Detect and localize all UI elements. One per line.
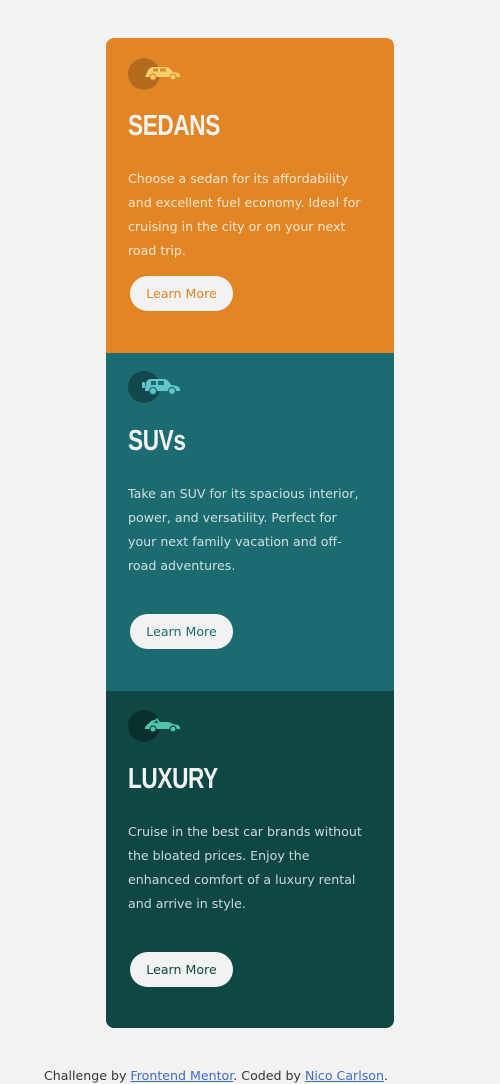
attribution-prefix: Challenge by — [44, 1068, 131, 1083]
sedan-car-icon — [128, 58, 188, 92]
learn-more-button[interactable]: Learn More — [130, 276, 233, 311]
frontend-mentor-link[interactable]: Frontend Mentor — [130, 1068, 233, 1083]
learn-more-button[interactable]: Learn More — [130, 952, 233, 987]
card-title: SUVs — [128, 425, 186, 457]
card-description: Choose a sedan for its affordability and… — [128, 171, 361, 258]
card-description: Take an SUV for its spacious interior, p… — [128, 486, 359, 573]
attribution-middle: . Coded by — [233, 1068, 305, 1083]
sedans-card: SEDANS Choose a sedan for its affordabil… — [106, 38, 394, 353]
learn-more-button[interactable]: Learn More — [130, 614, 233, 649]
card-description: Cruise in the best car brands without th… — [128, 824, 362, 911]
attribution-footer: Challenge by Frontend Mentor. Coded by N… — [44, 1068, 388, 1083]
author-link[interactable]: Nico Carlson — [305, 1068, 384, 1083]
car-cards-container: SEDANS Choose a sedan for its affordabil… — [106, 38, 394, 1028]
card-title: SEDANS — [128, 110, 220, 142]
card-title: LUXURY — [128, 763, 218, 795]
luxury-car-icon — [128, 710, 188, 744]
suv-car-icon — [128, 371, 188, 405]
attribution-suffix: . — [383, 1068, 388, 1083]
suvs-card: SUVs Take an SUV for its spacious interi… — [106, 353, 394, 691]
luxury-card: LUXURY Cruise in the best car brands wit… — [106, 691, 394, 1028]
